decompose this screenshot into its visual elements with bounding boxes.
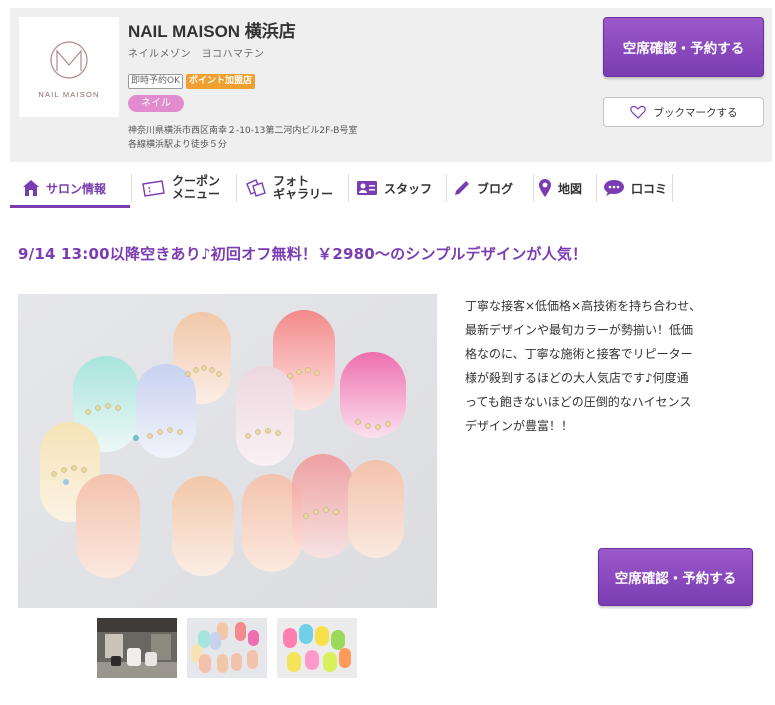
speech-bubble-icon <box>604 180 624 196</box>
tab-blog[interactable]: ブログ <box>453 168 513 208</box>
description-line: 格なのに、丁寧な施術と接客でリピーター <box>465 347 693 361</box>
genre-tag: ネイル <box>128 95 184 112</box>
tab-reviews[interactable]: 口コミ <box>603 168 667 208</box>
address-line: 神奈川県横浜市西区南幸２-10-13第二河内ビル2F-B号室 <box>128 126 358 136</box>
nail-design-image <box>18 294 437 608</box>
tab-label: 口コミ <box>631 181 668 196</box>
nav-divider <box>446 174 447 202</box>
description-line: 最新デザインや最旬カラーが勢揃い！低価 <box>465 323 694 337</box>
tab-staff[interactable]: スタッフ <box>356 168 432 208</box>
heart-icon <box>629 105 646 119</box>
salon-name: NAIL MAISON 横浜店 <box>128 22 296 41</box>
description-line: 様が殺到するほどの大人気店です♪何度通 <box>465 371 689 385</box>
access-line: 各線横浜駅より徒歩５分 <box>128 140 227 150</box>
nav-divider <box>533 174 534 202</box>
salon-description: 丁寧な接客×低価格×高技術を持ち合わせ、 最新デザインや最旬カラーが勢揃い！低価… <box>465 294 775 438</box>
salon-address: 神奈川県横浜市西区南幸２-10-13第二河内ビル2F-B号室 各線横浜駅より徒歩… <box>128 124 357 152</box>
active-tab-indicator <box>10 205 130 208</box>
coupon-icon <box>142 180 165 197</box>
pastel-nails-image <box>187 618 267 678</box>
nav-divider <box>596 174 597 202</box>
photo-icon <box>246 179 266 197</box>
staff-card-icon <box>357 181 377 195</box>
map-pin-icon <box>539 179 551 197</box>
tab-coupon-menu[interactable]: クーポン メニュー <box>140 168 220 208</box>
instant-booking-badge: 即時予約OK <box>128 74 183 89</box>
tab-label: スタッフ <box>384 181 433 196</box>
tab-map[interactable]: 地図 <box>538 168 582 208</box>
tab-salon-info[interactable]: サロン情報 <box>22 168 106 208</box>
salon-header: NAIL MAISON NAIL MAISON 横浜店 ネイルメゾン ヨコハマテ… <box>10 8 772 162</box>
salon-nav: サロン情報 クーポン メニュー フォト ギャラリー スタッフ ブログ 地図 口コ… <box>10 168 772 208</box>
tab-label: クーポン メニュー <box>172 174 221 201</box>
logo-emblem-icon <box>50 41 88 79</box>
reserve-button[interactable]: 空席確認・予約する <box>603 17 764 77</box>
nav-divider <box>131 174 132 202</box>
bookmark-button[interactable]: ブックマークする <box>603 97 764 127</box>
main-nail-photo[interactable] <box>18 294 437 608</box>
thumbnail-nail-vivid[interactable] <box>277 618 357 678</box>
reserve-button-secondary[interactable]: 空席確認・予約する <box>598 548 753 606</box>
description-line: っても飽きないほどの圧倒的なハイセンス <box>465 395 692 409</box>
tab-label: ブログ <box>477 181 514 196</box>
salon-logo[interactable]: NAIL MAISON <box>19 17 119 117</box>
home-icon <box>23 180 39 196</box>
salon-interior-image <box>97 618 177 678</box>
logo-text: NAIL MAISON <box>38 90 100 99</box>
vivid-nails-image <box>277 618 357 678</box>
tab-label: フォト ギャラリー <box>273 174 334 201</box>
thumbnail-nail-pastel[interactable] <box>187 618 267 678</box>
pen-icon <box>455 181 469 195</box>
tab-label: サロン情報 <box>46 181 107 196</box>
bookmark-label: ブックマークする <box>653 106 738 119</box>
nav-divider <box>672 174 673 202</box>
nav-divider <box>236 174 237 202</box>
tab-photo-gallery[interactable]: フォト ギャラリー <box>245 168 333 208</box>
nav-divider <box>348 174 349 202</box>
salon-kana: ネイルメゾン ヨコハマテン <box>128 49 265 60</box>
description-line: 丁寧な接客×低価格×高技術を持ち合わせ、 <box>465 299 702 313</box>
thumbnail-interior[interactable] <box>97 618 177 678</box>
tab-label: 地図 <box>558 181 583 196</box>
point-member-badge: ポイント加盟店 <box>186 74 256 89</box>
description-line: デザインが豊富！！ <box>465 419 574 433</box>
catch-headline: 9/14 13:00以降空きあり♪初回オフ無料！￥2980～のシンプルデザインが… <box>18 245 588 263</box>
badge-row: 即時予約OK ポイント加盟店 <box>128 74 256 89</box>
